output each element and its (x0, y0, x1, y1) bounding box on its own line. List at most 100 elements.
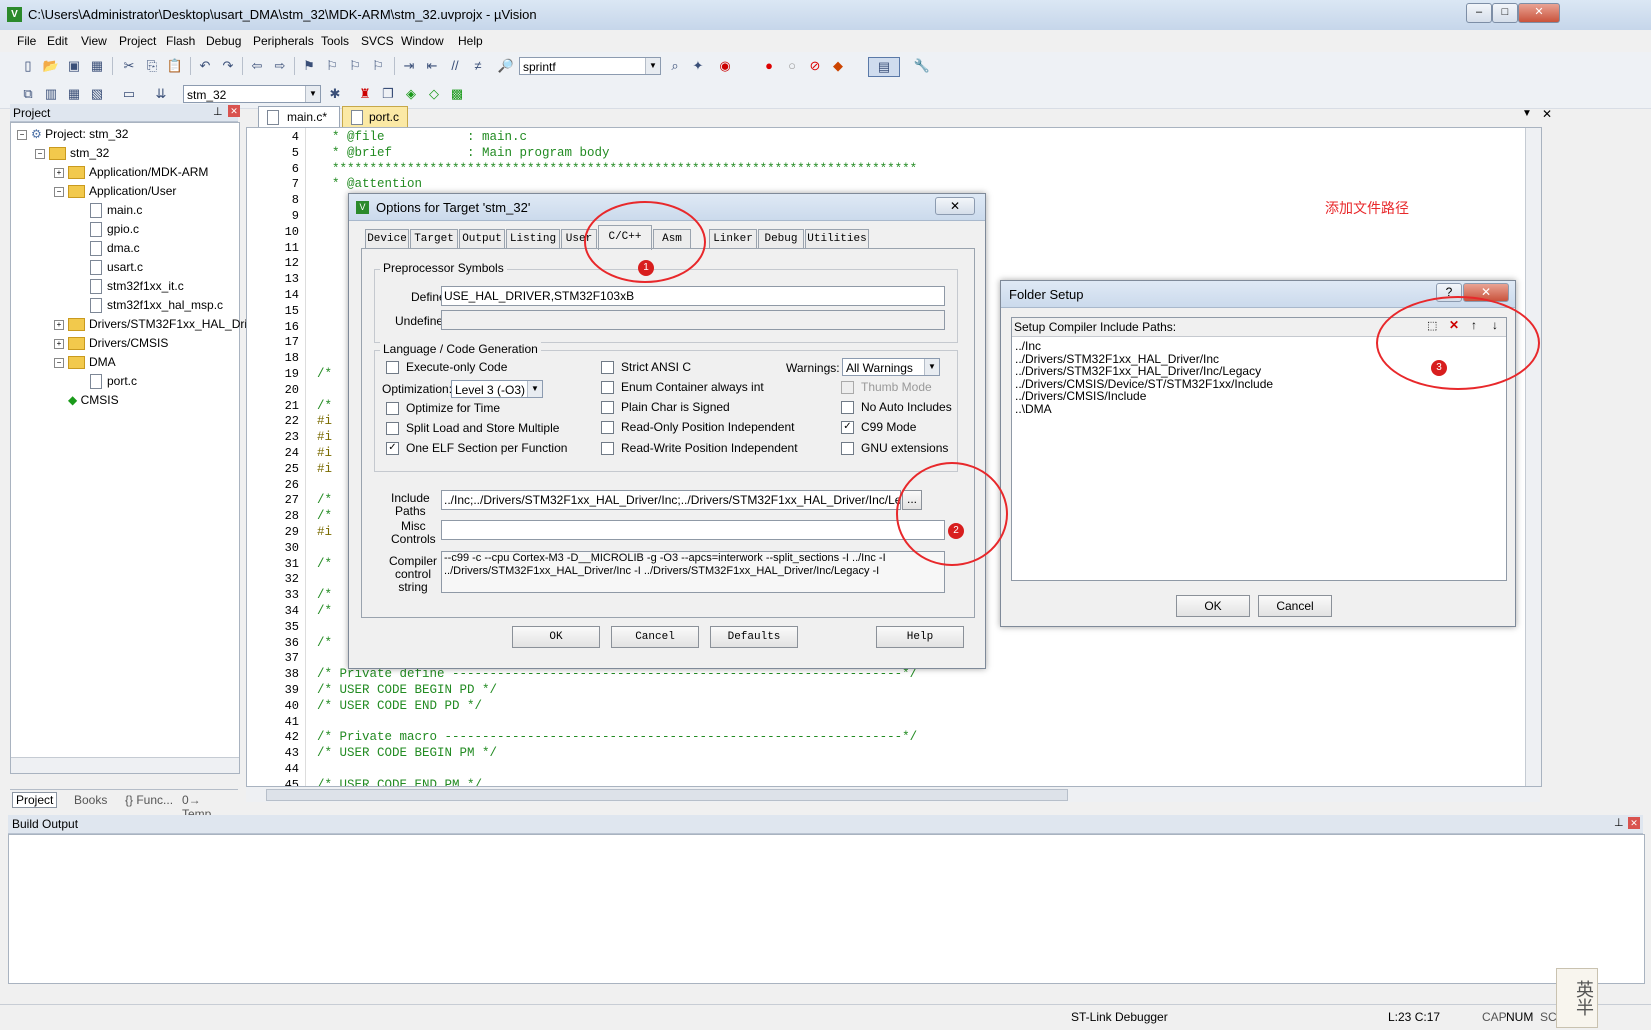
breakpoint-disabled-icon[interactable]: ○ (783, 57, 801, 75)
close-panel-icon[interactable]: ✕ (1628, 817, 1640, 829)
tree-item-file[interactable]: dma.c (90, 241, 140, 257)
cut-icon[interactable]: ✂ (120, 57, 138, 75)
tree-item-folder[interactable]: − DMA (54, 355, 116, 370)
scrollbar-thumb[interactable] (266, 789, 1068, 801)
tree-item-folder[interactable]: + Drivers/CMSIS (54, 336, 168, 351)
manage-rte-icon[interactable]: ◈ (402, 85, 420, 103)
close-panel-icon[interactable]: ✕ (228, 105, 240, 117)
select-packs-icon[interactable]: ❐ (379, 85, 397, 103)
tree-item-file[interactable]: stm32f1xx_hal_msp.c (90, 298, 223, 314)
collapse-icon[interactable]: − (54, 357, 64, 368)
debug-session-icon[interactable]: ◉ (716, 57, 734, 75)
collapse-icon[interactable]: − (54, 186, 64, 197)
menu-debug[interactable]: Debug (206, 34, 241, 48)
pin-icon[interactable]: ⊥ (213, 105, 223, 118)
tree-item-project[interactable]: − ⚙ Project: stm_32 (17, 127, 128, 141)
pin-icon[interactable]: ⊥ (1614, 816, 1624, 829)
close-window-button[interactable]: ✕ (1518, 3, 1560, 23)
find-icon[interactable]: ✦ (689, 57, 707, 75)
copy-icon[interactable]: ⎘ (143, 57, 161, 75)
split-load-checkbox[interactable] (386, 422, 399, 435)
download-icon[interactable]: ⇊ (152, 85, 170, 103)
help-button[interactable]: Help (876, 626, 964, 648)
collapse-icon[interactable]: − (35, 148, 45, 159)
pack-installer-icon[interactable]: ◇ (425, 85, 443, 103)
new-file-icon[interactable]: ▯ (19, 57, 37, 75)
warnings-select[interactable]: All Warnings ▼ (842, 358, 940, 376)
tree-item-file[interactable]: port.c (90, 374, 137, 390)
tree-item-file[interactable]: stm32f1xx_it.c (90, 279, 184, 295)
include-paths-field[interactable]: ../Inc;../Drivers/STM32F1xx_HAL_Driver/I… (441, 490, 901, 510)
tree-item-folder[interactable]: − Application/User (54, 184, 176, 199)
menu-flash[interactable]: Flash (166, 34, 195, 48)
undefine-field[interactable] (441, 310, 945, 330)
undo-icon[interactable]: ↶ (196, 57, 214, 75)
path-item[interactable]: ../Drivers/STM32F1xx_HAL_Driver/Inc/Lega… (1015, 365, 1273, 378)
tab-functions[interactable]: {} Func... (125, 793, 173, 807)
tab-target[interactable]: Target (410, 229, 458, 248)
folder-cancel-button[interactable]: Cancel (1258, 595, 1332, 617)
define-field[interactable]: USE_HAL_DRIVER,STM32F103xB (441, 286, 945, 306)
misc-controls-field[interactable] (441, 520, 945, 540)
tab-port-c[interactable]: port.c (342, 106, 408, 127)
software-packs-icon[interactable]: ▩ (448, 85, 466, 103)
path-item[interactable]: ..\DMA (1015, 402, 1273, 416)
paste-icon[interactable]: 📋 (166, 57, 184, 75)
incremental-find-icon[interactable]: ⌕ (666, 57, 684, 75)
rebuild-icon[interactable]: ▦ (65, 85, 83, 103)
tab-output[interactable]: Output (459, 229, 505, 248)
batch-build-icon[interactable]: ▧ (88, 85, 106, 103)
outdent-icon[interactable]: ⇤ (423, 57, 441, 75)
menu-svcs[interactable]: SVCS (361, 34, 394, 48)
tree-item-target[interactable]: − stm_32 (35, 146, 109, 161)
target-options-icon[interactable]: ✱ (326, 85, 344, 103)
translate-icon[interactable]: ⧉ (19, 85, 37, 103)
readwrite-pos-checkbox[interactable] (601, 442, 614, 455)
close-tab-icon[interactable]: ✕ (1542, 107, 1552, 121)
tab-linker[interactable]: Linker (709, 229, 757, 248)
optimization-select[interactable]: Level 3 (-O3) ▼ (451, 380, 543, 398)
one-elf-checkbox[interactable]: ✓ (386, 442, 399, 455)
breakpoint-icon[interactable]: ● (760, 57, 778, 75)
tab-project[interactable]: Project (12, 792, 58, 808)
tree-horizontal-scrollbar[interactable] (11, 757, 239, 773)
readonly-pos-checkbox[interactable] (601, 421, 614, 434)
uncomment-icon[interactable]: ≠ (469, 57, 487, 75)
tab-debug[interactable]: Debug (758, 229, 804, 248)
tree-item-component[interactable]: ◆ CMSIS (68, 393, 119, 407)
enum-container-checkbox[interactable] (601, 381, 614, 394)
tab-listing[interactable]: Listing (506, 229, 560, 248)
save-all-icon[interactable]: ▦ (88, 57, 106, 75)
find-in-files-icon[interactable]: 🔎 (497, 57, 515, 75)
defaults-button[interactable]: Defaults (710, 626, 798, 648)
tree-item-folder[interactable]: + Application/MDK-ARM (54, 165, 208, 180)
plain-char-checkbox[interactable] (601, 401, 614, 414)
collapse-icon[interactable]: − (17, 129, 27, 140)
tree-item-folder[interactable]: + Drivers/STM32F1xx_HAL_Driv (54, 317, 253, 332)
manage-project-icon[interactable]: ♜ (356, 85, 374, 103)
bookmark-next-icon[interactable]: ⚐ (346, 57, 364, 75)
window-layout-icon[interactable]: ▤ (868, 57, 900, 77)
expand-icon[interactable]: + (54, 338, 64, 349)
disable-all-breakpoints-icon[interactable]: ⊘ (806, 57, 824, 75)
editor-horizontal-scrollbar[interactable] (246, 787, 1540, 802)
execute-only-checkbox[interactable] (386, 361, 399, 374)
expand-icon[interactable]: + (54, 319, 64, 330)
menu-window[interactable]: Window (401, 34, 444, 48)
save-icon[interactable]: ▣ (65, 57, 83, 75)
c99-checkbox[interactable]: ✓ (841, 421, 854, 434)
menu-edit[interactable]: Edit (47, 34, 68, 48)
open-file-icon[interactable]: 📂 (42, 57, 60, 75)
tab-main-c[interactable]: main.c* (258, 106, 340, 127)
tree-item-file[interactable]: usart.c (90, 260, 143, 276)
configure-icon[interactable]: 🔧 (913, 57, 931, 75)
bookmark-prev-icon[interactable]: ⚐ (323, 57, 341, 75)
close-icon[interactable]: ✕ (935, 197, 975, 215)
ok-button[interactable]: OK (512, 626, 600, 648)
redo-icon[interactable]: ↷ (219, 57, 237, 75)
nav-forward-icon[interactable]: ⇨ (271, 57, 289, 75)
stop-build-icon[interactable]: ▭ (120, 85, 138, 103)
no-auto-checkbox[interactable] (841, 401, 854, 414)
kill-all-breakpoints-icon[interactable]: ◆ (829, 57, 847, 75)
gnu-checkbox[interactable] (841, 442, 854, 455)
